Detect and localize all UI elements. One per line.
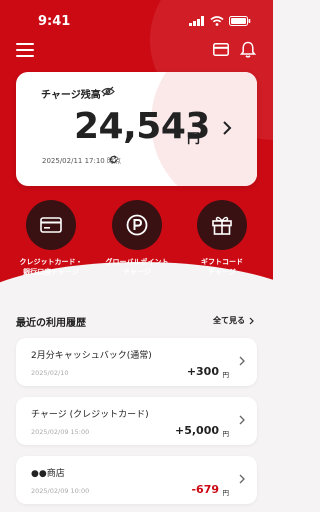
points-icon — [126, 214, 148, 236]
transaction-amount: +5,000 — [174, 424, 219, 437]
action-label-line: ギフトコード — [201, 258, 243, 266]
status-bar: 9:41 — [0, 0, 273, 40]
credit-card-icon — [40, 217, 62, 233]
menu-icon-bar — [16, 55, 34, 57]
action-label: グローバルポイント チャージ — [92, 257, 182, 277]
balance-currency: 円 — [187, 132, 201, 147]
transaction-date: 2025/02/10 — [31, 369, 69, 377]
transaction-item[interactable]: ●●商店 2025/02/09 10:00 -679 円 — [16, 456, 257, 504]
action-label-line: 銀行口座チャージ — [23, 268, 79, 276]
action-label-line: グローバルポイント — [105, 258, 169, 266]
bell-icon[interactable] — [240, 41, 256, 58]
eye-off-icon[interactable] — [101, 86, 115, 97]
status-icons — [189, 16, 251, 26]
action-label: クレジットカード・ 銀行口座チャージ — [6, 257, 96, 277]
balance-title: チャージ残高 — [41, 90, 101, 101]
gift-icon — [212, 216, 232, 235]
transaction-amount: +300 — [186, 365, 219, 378]
transaction-date: 2025/02/09 15:00 — [31, 428, 90, 436]
balance-card[interactable]: チャージ残高 24,543 円 2025/02/11 17:10 時点 — [16, 72, 257, 186]
chevron-right-icon — [249, 317, 254, 324]
transaction-name: チャージ (クレジットカード) — [31, 410, 149, 420]
see-all-link[interactable]: 全て見る — [213, 315, 254, 326]
menu-icon-bar — [16, 49, 34, 51]
transaction-date: 2025/02/09 10:00 — [31, 487, 90, 495]
chevron-right-icon — [239, 415, 245, 425]
transaction-item[interactable]: 2月分キャッシュバック(通常) 2025/02/10 +300 円 — [16, 338, 257, 386]
wifi-icon — [210, 16, 224, 26]
gift-code-charge-button[interactable]: ギフトコード チャージ — [177, 200, 267, 277]
chevron-right-icon — [239, 474, 245, 484]
battery-icon — [229, 16, 251, 26]
see-all-label: 全て見る — [213, 316, 245, 325]
card-icon[interactable] — [213, 43, 229, 56]
transaction-unit: 円 — [222, 430, 230, 438]
action-circle — [112, 200, 162, 250]
action-circle — [197, 200, 247, 250]
chevron-right-icon[interactable] — [222, 120, 232, 136]
signal-icon — [189, 16, 204, 26]
menu-button[interactable] — [16, 43, 34, 57]
action-label-line: チャージ — [208, 268, 236, 276]
transaction-unit: 円 — [222, 371, 230, 379]
transaction-name: 2月分キャッシュバック(通常) — [31, 351, 152, 361]
global-point-charge-button[interactable]: グローバルポイント チャージ — [92, 200, 182, 277]
transaction-name: ●●商店 — [31, 469, 65, 479]
action-label-line: チャージ — [123, 268, 151, 276]
recent-history-title: 最近の利用履歴 — [16, 318, 86, 329]
refresh-icon[interactable] — [109, 155, 118, 164]
status-time: 9:41 — [38, 14, 71, 29]
chevron-right-icon — [239, 356, 245, 366]
action-label: ギフトコード チャージ — [177, 257, 267, 277]
transaction-item[interactable]: チャージ (クレジットカード) 2025/02/09 15:00 +5,000 … — [16, 397, 257, 445]
menu-icon-bar — [16, 43, 34, 45]
credit-bank-charge-button[interactable]: クレジットカード・ 銀行口座チャージ — [6, 200, 96, 277]
transaction-unit: 円 — [222, 489, 230, 497]
action-label-line: クレジットカード・ — [19, 258, 83, 266]
action-circle — [26, 200, 76, 250]
transaction-amount: -679 — [191, 483, 219, 496]
